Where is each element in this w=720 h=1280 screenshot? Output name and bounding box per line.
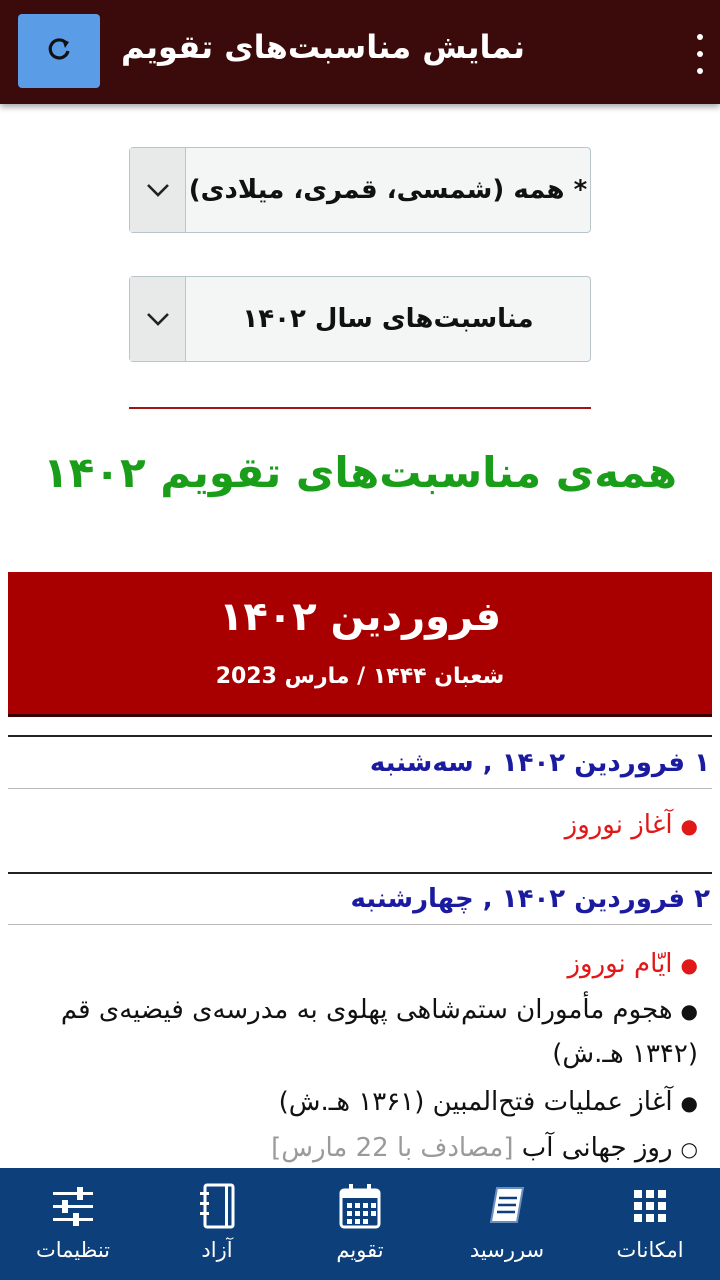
page-heading: همه‌ی مناسبت‌های تقویم ۱۴۰۲: [43, 448, 677, 497]
nav-label: تقویم: [336, 1238, 384, 1262]
event-item: ○ روز جهانی آب [مصادف با 22 مارس]: [271, 1126, 698, 1171]
event-item: ● هجوم مأموران ستم‌شاهی پهلوی به مدرسه‌ی …: [61, 988, 698, 1033]
bullet-icon: ●: [680, 1091, 698, 1115]
more-vert-icon[interactable]: [694, 34, 706, 74]
event-text: روز جهانی آب: [521, 1133, 673, 1163]
bullet-icon: ●: [680, 999, 698, 1023]
nav-item-due-dates[interactable]: سررسید: [442, 1180, 572, 1275]
chevron-down-icon: [130, 277, 186, 361]
day-separator: [8, 788, 712, 789]
chevron-down-icon: [130, 148, 186, 232]
event-text: آغاز نوروز: [564, 810, 673, 840]
day-separator: [8, 872, 712, 874]
year-filter-value: مناسبت‌های سال ۱۴۰۲: [242, 304, 534, 334]
nav-item-settings[interactable]: تنظیمات: [8, 1180, 138, 1275]
event-item: ● ایّام نوروز: [567, 942, 698, 987]
event-text-continued: (۱۳۴۲ هـ.ش): [552, 1039, 698, 1069]
bullet-icon: ●: [680, 814, 698, 838]
event-item: ● آغاز نوروز: [565, 803, 698, 848]
day-separator: [8, 735, 712, 737]
nav-label: سررسید: [469, 1238, 545, 1262]
event-text: آغاز عملیات فتح‌المبین (۱۳۶۱ هـ.ش): [278, 1087, 673, 1117]
event-text: ایّام نوروز: [567, 949, 673, 979]
year-filter-select[interactable]: مناسبت‌های سال ۱۴۰۲: [129, 276, 591, 362]
nav-label: آزاد: [201, 1238, 233, 1262]
month-banner: فروردین ۱۴۰۲ شعبان ۱۴۴۴ / مارس 2023: [8, 572, 712, 717]
nav-item-calendar[interactable]: تقویم: [295, 1180, 425, 1275]
calendar-type-value: * همه (شمسی، قمری، میلادی): [188, 175, 588, 205]
divider: [129, 407, 591, 409]
bullet-icon: ○: [680, 1137, 698, 1161]
calendar-icon: [335, 1180, 385, 1232]
nav-label: تنظیمات: [35, 1238, 111, 1262]
day-separator: [8, 924, 712, 925]
day-title: ۲ فروردین ۱۴۰۲ , چهارشنبه: [350, 884, 710, 914]
refresh-icon: [44, 34, 74, 68]
event-note: [مصادف با 22 مارس]: [271, 1133, 514, 1163]
month-title: فروردین ۱۴۰۲: [218, 594, 502, 640]
refresh-button[interactable]: [18, 14, 100, 88]
bottom-navigation: امکانات سررسید تقویم آزاد تنظیمات: [0, 1168, 720, 1280]
nav-item-free[interactable]: آزاد: [152, 1180, 282, 1275]
nav-label: امکانات: [616, 1238, 684, 1262]
sliders-icon: [48, 1180, 98, 1232]
event-item: ● آغاز عملیات فتح‌المبین (۱۳۶۱ هـ.ش): [279, 1080, 698, 1125]
bullet-icon: ●: [680, 953, 698, 977]
month-subtitle: شعبان ۱۴۴۴ / مارس 2023: [215, 664, 505, 689]
grid-icon: [625, 1180, 675, 1232]
calendar-type-select[interactable]: * همه (شمسی، قمری، میلادی): [129, 147, 591, 233]
nav-item-features[interactable]: امکانات: [585, 1180, 715, 1275]
event-text: هجوم مأموران ستم‌شاهی پهلوی به مدرسه‌ی ف…: [60, 995, 673, 1025]
top-app-bar: نمایش مناسبت‌های تقویم: [0, 0, 720, 104]
book-icon: [482, 1180, 532, 1232]
day-title: ۱ فروردین ۱۴۰۲ , سه‌شنبه: [369, 748, 710, 778]
notebook-icon: [192, 1180, 242, 1232]
page-title: نمایش مناسبت‌های تقویم: [120, 28, 525, 66]
